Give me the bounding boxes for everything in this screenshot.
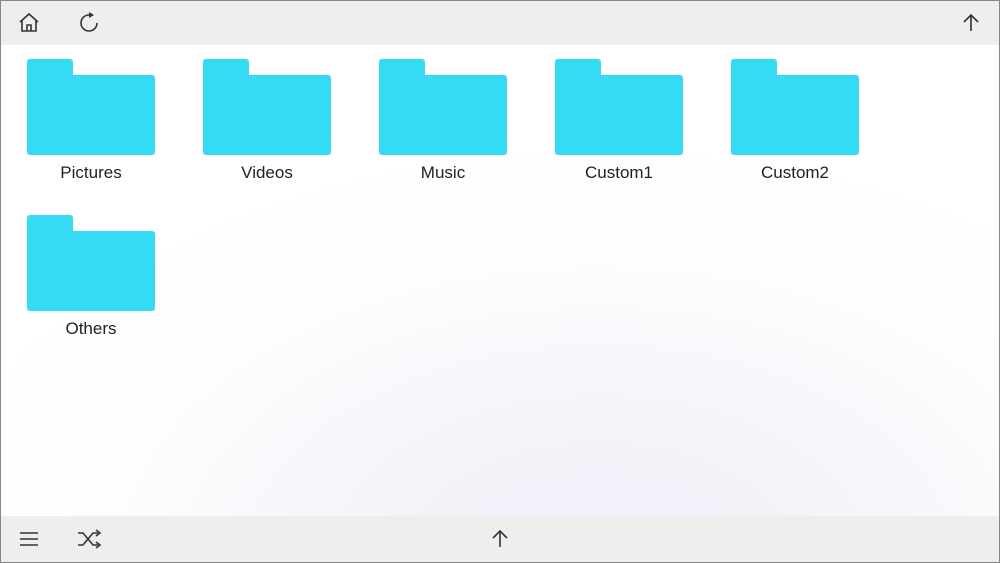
folder-custom1[interactable]: Custom1 bbox=[555, 59, 683, 183]
shuffle-button[interactable] bbox=[75, 525, 103, 553]
home-button[interactable] bbox=[15, 9, 43, 37]
refresh-icon bbox=[77, 11, 101, 35]
folder-others[interactable]: Others bbox=[27, 215, 155, 339]
folder-icon bbox=[27, 215, 155, 311]
up-bottom-button[interactable] bbox=[486, 525, 514, 553]
up-top-button[interactable] bbox=[957, 9, 985, 37]
home-icon bbox=[17, 11, 41, 35]
menu-button[interactable] bbox=[15, 525, 43, 553]
bottom-toolbar bbox=[1, 516, 999, 562]
folder-grid: Pictures Videos Music Custom1 Custom2 bbox=[1, 45, 999, 516]
folder-music[interactable]: Music bbox=[379, 59, 507, 183]
shuffle-icon bbox=[76, 528, 102, 550]
folder-label: Custom1 bbox=[585, 163, 653, 183]
folder-icon bbox=[731, 59, 859, 155]
folder-label: Music bbox=[421, 163, 465, 183]
arrow-up-icon bbox=[959, 11, 983, 35]
folder-icon bbox=[379, 59, 507, 155]
folder-label: Custom2 bbox=[761, 163, 829, 183]
folder-pictures[interactable]: Pictures bbox=[27, 59, 155, 183]
folder-icon bbox=[555, 59, 683, 155]
folder-icon bbox=[203, 59, 331, 155]
refresh-button[interactable] bbox=[75, 9, 103, 37]
folder-label: Videos bbox=[241, 163, 293, 183]
folder-label: Pictures bbox=[60, 163, 121, 183]
arrow-up-icon bbox=[488, 527, 512, 551]
folder-icon bbox=[27, 59, 155, 155]
top-toolbar bbox=[1, 1, 999, 45]
folder-custom2[interactable]: Custom2 bbox=[731, 59, 859, 183]
folder-videos[interactable]: Videos bbox=[203, 59, 331, 183]
folder-label: Others bbox=[65, 319, 116, 339]
hamburger-icon bbox=[17, 527, 41, 551]
